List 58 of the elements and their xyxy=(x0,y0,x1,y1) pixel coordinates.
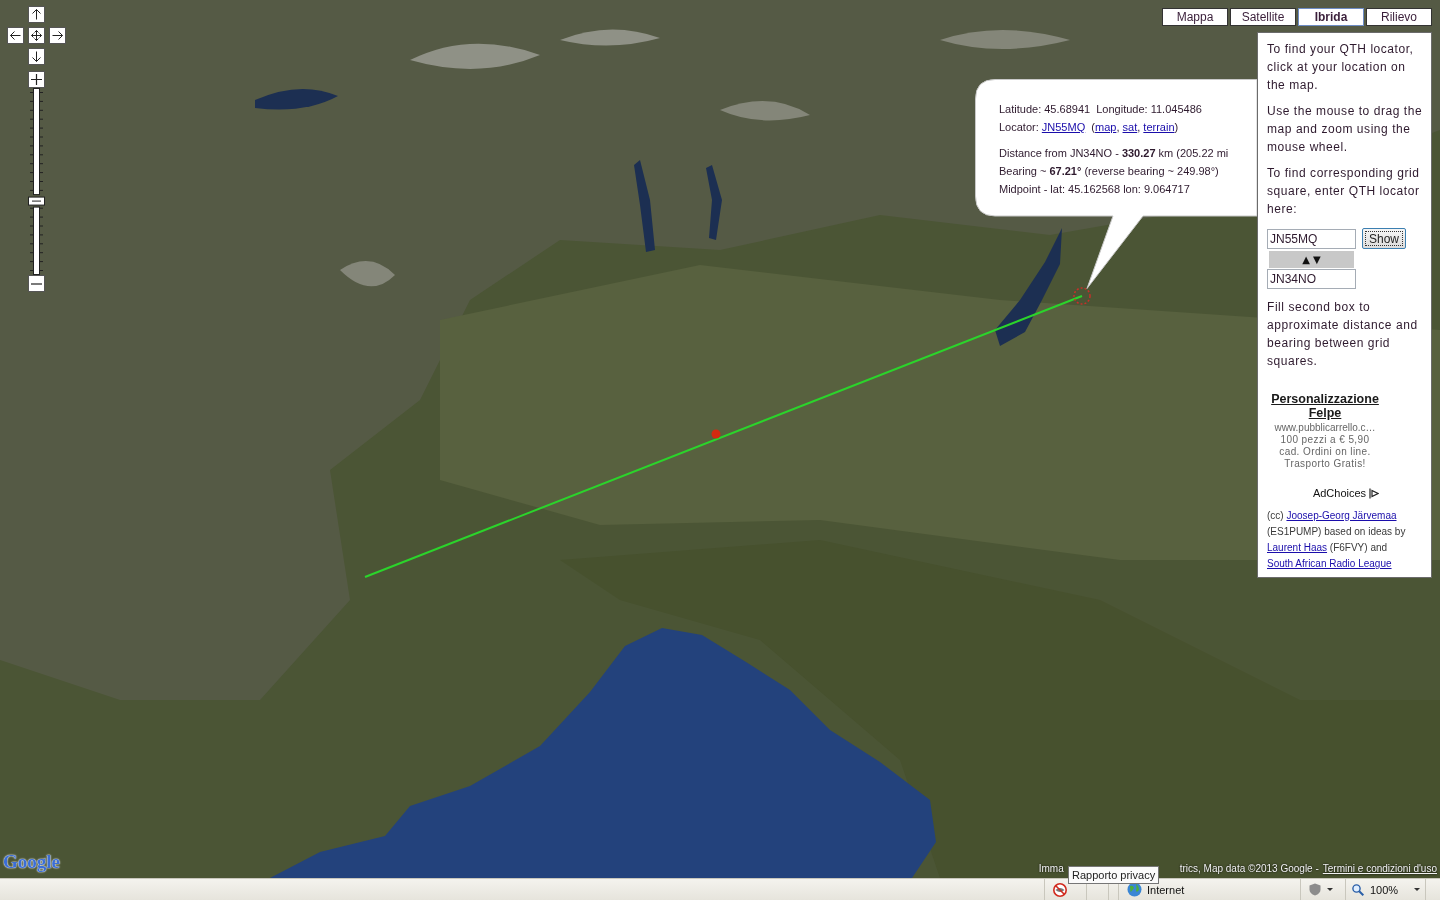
coordinates-text: Latitude: 45.68941 Longitude: 11.045486 xyxy=(999,102,1203,117)
ad-description-text: 100 pezzi a € 5,90 cad. Ordini on line. Trasporto Gratis! xyxy=(1278,434,1372,470)
zoom-level-button[interactable]: 100% xyxy=(1352,880,1421,899)
minus-icon xyxy=(31,282,42,285)
plus-icon xyxy=(31,74,42,85)
left-arrow-icon xyxy=(10,30,21,41)
pan-up-button[interactable] xyxy=(28,6,45,23)
adchoices-icon[interactable] xyxy=(1369,487,1380,499)
copyright-text: Imma xyxy=(1038,863,1064,875)
pan-down-button[interactable] xyxy=(28,48,45,65)
ad-url-text: www.pubblicarrello.c… xyxy=(1274,421,1376,434)
shield-icon xyxy=(1309,883,1321,896)
locator-text: Locator: JN55MQ (map, sat, terrain) xyxy=(999,120,1180,135)
pan-reset-button[interactable] xyxy=(28,27,45,44)
zoom-slider-thumb[interactable] xyxy=(28,196,45,206)
zoom-out-button[interactable] xyxy=(28,275,45,292)
map-type-button[interactable]: Satellite xyxy=(1230,8,1296,26)
show-button[interactable]: Show xyxy=(1362,228,1406,249)
up-arrow-icon xyxy=(31,9,42,20)
midpoint-text: Midpoint - lat: 45.162568 lon: 9.064717 xyxy=(999,182,1191,197)
caret-icon xyxy=(1414,888,1421,891)
map-type-button[interactable]: Ibrida xyxy=(1298,8,1364,26)
map-type-button[interactable]: Rilievo xyxy=(1366,8,1432,26)
text-link[interactable]: terrain xyxy=(1143,121,1175,133)
zoom-in-button[interactable] xyxy=(28,71,45,88)
instruction-text: Fill second box to approximate distance and bearing between grid squares. xyxy=(1267,299,1419,370)
ad-title-link[interactable]: Personalizzazione Felpe xyxy=(1261,392,1389,420)
text-link[interactable]: JN55MQ xyxy=(1041,121,1086,133)
zoom-slider[interactable] xyxy=(28,88,45,275)
instruction-text: Use the mouse to drag the map and zoom using the mouse wheel. xyxy=(1267,103,1424,156)
bearing-text: Bearing ~ 67.21° (reverse bearing ~ 249.98°) xyxy=(999,164,1220,179)
right-arrow-icon xyxy=(52,30,63,41)
slider-scale-drawing xyxy=(29,206,44,275)
down-arrow-icon xyxy=(31,51,42,62)
second-locator-input[interactable]: JN34NO xyxy=(1267,269,1356,289)
credit-link[interactable]: Laurent Haas xyxy=(1267,542,1328,553)
crossed-eye-icon[interactable] xyxy=(1053,882,1067,897)
distance-text: Distance from JN34NO - 330.27 km (205.22 mi xyxy=(999,146,1229,161)
map-type-button[interactable]: Mappa xyxy=(1162,8,1228,26)
security-zone-text: Internet xyxy=(1147,883,1185,896)
locator-input[interactable]: JN55MQ xyxy=(1267,228,1356,249)
swap-button[interactable]: ▲ ▼ xyxy=(1269,251,1354,268)
credits-text: (cc) Joosep-Georg Järvemaa (ES1PUMP) based on ideas by Laurent Haas (F6FVY) and South African Radio League xyxy=(1267,509,1407,571)
magnifier-icon xyxy=(1352,883,1364,896)
terms-link[interactable]: Termini e condizioni d'uso xyxy=(1322,863,1437,875)
midpoint-marker-icon xyxy=(711,429,721,439)
pan-right-button[interactable] xyxy=(49,27,66,44)
location-marker-icon[interactable] xyxy=(1073,287,1091,305)
instruction-text: To find your QTH locator, click at your location on the map. xyxy=(1267,41,1415,94)
credit-link[interactable]: Joosep-Georg Järvemaa xyxy=(1286,510,1397,521)
instruction-text: To find corresponding grid square, enter QTH locator here: xyxy=(1267,165,1421,218)
adchoices-link[interactable]: AdChoices xyxy=(1312,487,1367,499)
pan-left-button[interactable] xyxy=(7,27,24,44)
four-arrows-icon xyxy=(31,30,42,41)
tooltip: Rapporto privacy xyxy=(1068,866,1160,884)
credit-link[interactable]: South African Radio League xyxy=(1267,558,1392,569)
caret-icon xyxy=(1327,888,1333,891)
copyright-text: trics, Map data ©2013 Google - xyxy=(1179,863,1319,875)
